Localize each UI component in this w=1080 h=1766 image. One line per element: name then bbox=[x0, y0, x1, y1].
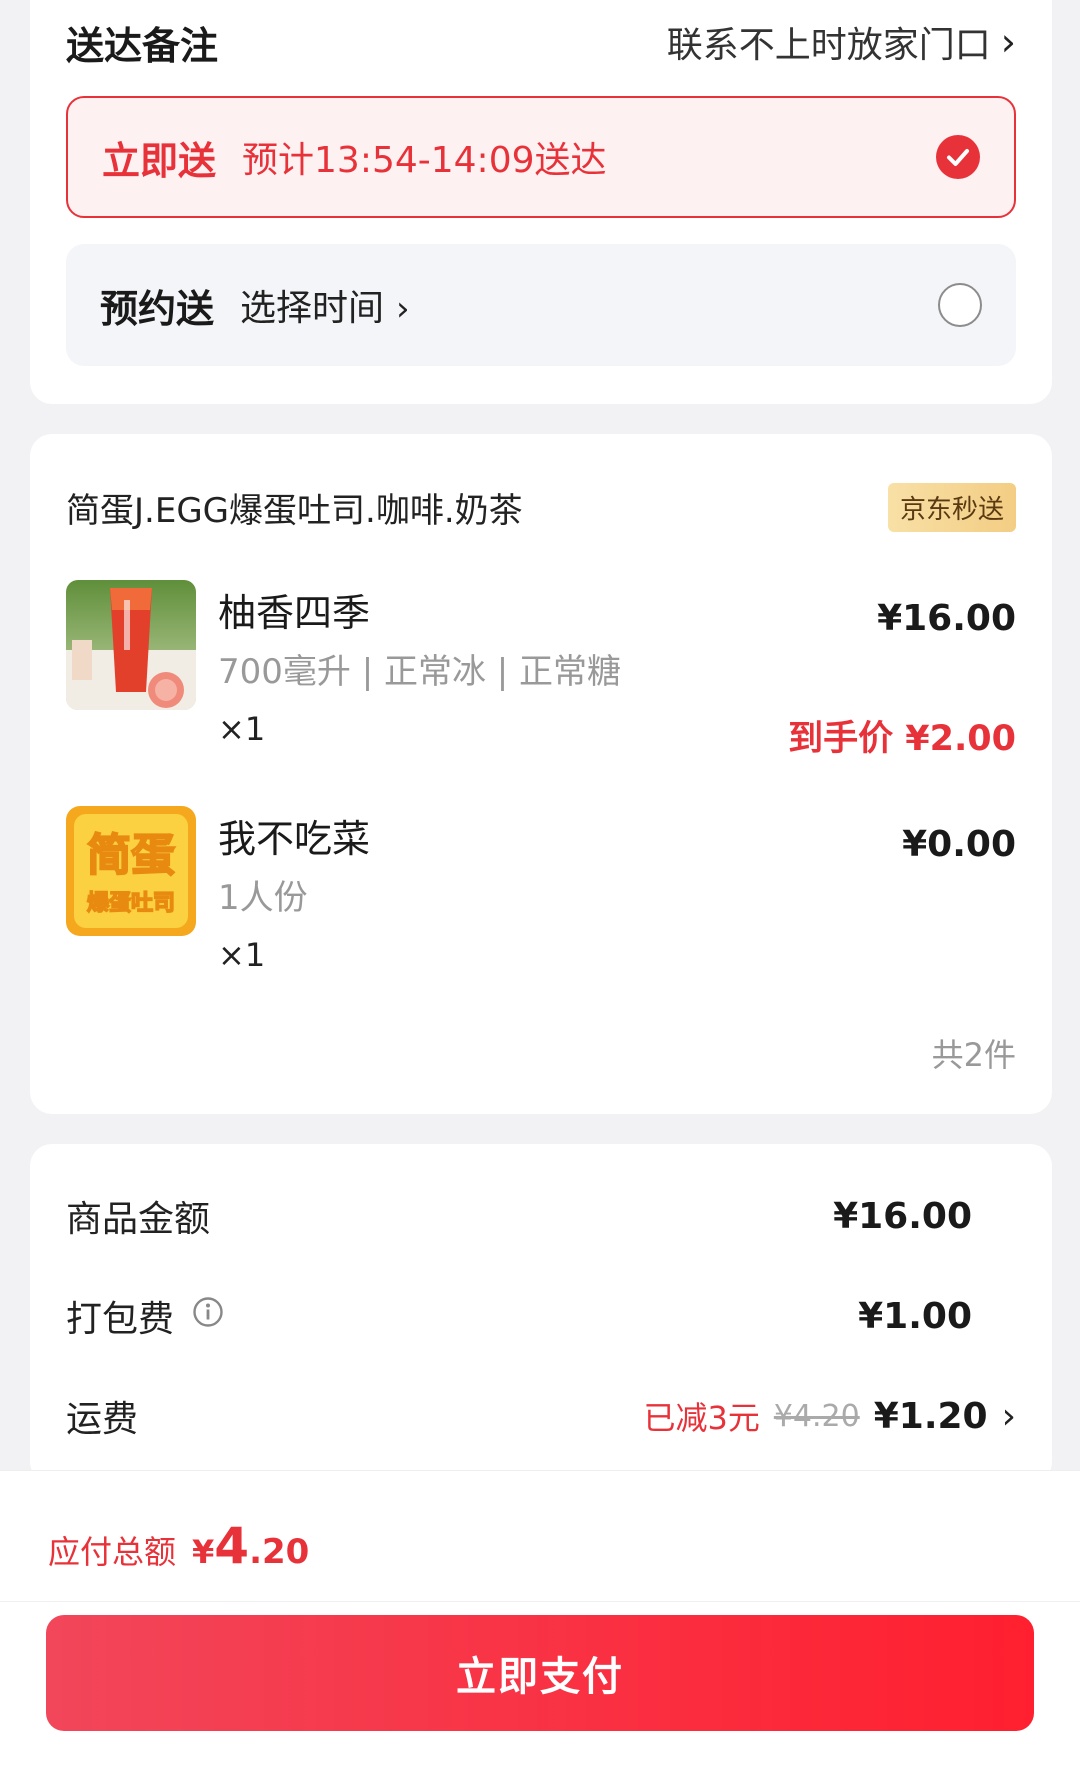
logo-text-bottom: 爆蛋吐司 bbox=[87, 891, 175, 916]
logo-text-top: 简蛋 bbox=[87, 830, 175, 881]
goods-amount-label: 商品金额 bbox=[66, 1199, 211, 1240]
info-icon[interactable] bbox=[192, 1296, 224, 1337]
store-row: 简蛋J.EGG爆蛋吐司.咖啡.奶茶 京东秒送 bbox=[66, 482, 1016, 532]
delivery-card: 送达备注 联系不上时放家门口 › 立即送 预计13:54-14:09送达 预约送… bbox=[30, 0, 1052, 404]
total-amount-label: 应付总额 bbox=[48, 1533, 177, 1571]
goods-amount-row: 商品金额 ¥16.00 bbox=[66, 1186, 1016, 1246]
total-amount: 应付总额 ¥ 4 .20 bbox=[48, 1517, 309, 1575]
chevron-right-icon: › bbox=[1000, 20, 1016, 64]
item-name: 我不吃菜 bbox=[218, 817, 371, 861]
packing-fee-label: 打包费 bbox=[66, 1299, 175, 1340]
item-quantity: ×1 bbox=[218, 710, 266, 748]
item-price: ¥16.00 bbox=[877, 598, 1016, 639]
divider bbox=[0, 1601, 1080, 1602]
chevron-right-icon: › bbox=[1001, 1395, 1016, 1437]
packing-fee-value: ¥1.00 bbox=[858, 1295, 972, 1337]
item-quantity: ×1 bbox=[218, 936, 266, 974]
total-amount-decimal: .20 bbox=[249, 1532, 310, 1572]
shipping-fee-label: 运费 bbox=[66, 1399, 139, 1440]
store-logo-image: 简蛋 爆蛋吐司 bbox=[66, 806, 196, 936]
item-total-count: 共2件 bbox=[931, 1036, 1016, 1074]
option-deliver-now-title: 立即送 bbox=[102, 138, 217, 183]
chevron-right-icon: › bbox=[396, 289, 410, 329]
order-card: 简蛋J.EGG爆蛋吐司.咖啡.奶茶 京东秒送 柚香四季 700毫升 | 正常冰 … bbox=[30, 434, 1052, 1114]
item-final-price: 到手价 ¥2.00 bbox=[788, 719, 1016, 759]
delivery-remark-text: 联系不上时放家门口 bbox=[666, 25, 991, 66]
item-spec: 700毫升 | 正常冰 | 正常糖 bbox=[218, 652, 622, 692]
delivery-service-badge: 京东秒送 bbox=[887, 482, 1016, 532]
delivery-remark-value: 联系不上时放家门口 › bbox=[667, 16, 1016, 68]
list-item[interactable]: 简蛋 爆蛋吐司 我不吃菜 1人份 ×1 ¥0.00 bbox=[66, 806, 1016, 1006]
option-deliver-now[interactable]: 立即送 预计13:54-14:09送达 bbox=[66, 96, 1016, 218]
check-icon bbox=[936, 135, 980, 179]
shipping-original-price: ¥4.20 bbox=[773, 1398, 860, 1434]
radio-empty-icon[interactable] bbox=[938, 283, 982, 327]
store-name[interactable]: 简蛋J.EGG爆蛋吐司.咖啡.奶茶 bbox=[66, 483, 523, 532]
shipping-fee-row[interactable]: 运费 已减3元 ¥4.20 ¥1.20 › bbox=[66, 1386, 1016, 1446]
shipping-fee-detail: 已减3元 ¥4.20 ¥1.20 › bbox=[643, 1393, 1016, 1439]
option-scheduled-title: 预约送 bbox=[100, 286, 215, 331]
total-currency: ¥ bbox=[192, 1533, 215, 1571]
option-scheduled-delivery[interactable]: 预约送 选择时间 › bbox=[66, 244, 1016, 366]
choose-time-label: 选择时间 bbox=[240, 288, 385, 329]
option-deliver-now-eta: 预计13:54-14:09送达 bbox=[242, 140, 607, 181]
checkout-bar: 应付总额 ¥ 4 .20 立即支付 bbox=[0, 1470, 1080, 1766]
price-summary-card: 商品金额 ¥16.00 打包费 ¥1.00 运费 已减3元 ¥4.20 ¥1.2… bbox=[30, 1144, 1052, 1484]
product-image-drink bbox=[66, 580, 196, 710]
list-item[interactable]: 柚香四季 700毫升 | 正常冰 | 正常糖 ×1 ¥16.00 到手价 ¥2.… bbox=[66, 580, 1016, 780]
item-spec: 1人份 bbox=[218, 878, 308, 918]
option-scheduled-choose-time[interactable]: 选择时间 › bbox=[240, 279, 410, 331]
packing-fee-label-group: 打包费 bbox=[66, 1290, 224, 1342]
delivery-remark-row[interactable]: 送达备注 联系不上时放家门口 › bbox=[66, 14, 1016, 70]
packing-fee-row: 打包费 ¥1.00 bbox=[66, 1286, 1016, 1346]
item-price: ¥0.00 bbox=[902, 824, 1016, 865]
item-name: 柚香四季 bbox=[218, 591, 371, 635]
total-amount-integer: 4 bbox=[214, 1517, 250, 1575]
delivery-remark-title: 送达备注 bbox=[66, 23, 219, 68]
shipping-discount: 已减3元 bbox=[643, 1399, 760, 1437]
pay-now-button[interactable]: 立即支付 bbox=[46, 1615, 1034, 1731]
shipping-fee-value: ¥1.20 bbox=[873, 1395, 988, 1437]
goods-amount-value: ¥16.00 bbox=[833, 1195, 972, 1237]
